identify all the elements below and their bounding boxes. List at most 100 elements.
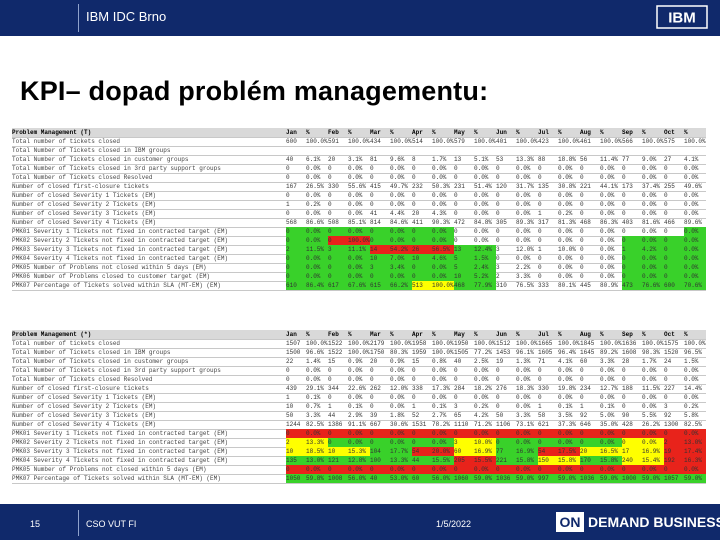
table-cell: 0.0% — [390, 236, 412, 245]
table-header-cell: Jul — [538, 331, 549, 338]
table-header-cell: Jan — [286, 331, 297, 338]
table-cell: 53 — [496, 156, 504, 163]
table-cell: 4.4% — [390, 210, 405, 217]
table-cell: 0.2% — [558, 210, 573, 217]
table-cell: 1505 — [454, 349, 469, 356]
table-cell: 0.0% — [642, 438, 664, 447]
table-header-cell: % — [600, 129, 604, 136]
table-cell: 0 — [286, 429, 306, 438]
table-cell: 1 — [538, 210, 542, 217]
table-cell: 10 — [454, 272, 474, 281]
table-cell: 0 — [538, 174, 542, 181]
table-cell: 0.0% — [684, 210, 699, 217]
table-cell: 14.4% — [684, 385, 703, 392]
table-header-cell: Jun — [496, 129, 507, 136]
table-cell: 0.0% — [600, 237, 615, 244]
table-cell: 0.0% — [306, 192, 321, 199]
table-cell: 4.2% — [474, 412, 489, 419]
table-cell: 0 — [286, 376, 290, 383]
table-cell: 1.5% — [684, 358, 699, 365]
table-cell: 77.9% — [474, 281, 496, 290]
row-label-cell: Total Number of Tickets closed in IBM gr… — [12, 147, 171, 154]
table-cell: 0 — [538, 438, 558, 447]
table-cell: 0.0% — [390, 403, 405, 410]
table-cell: 0 — [328, 210, 332, 217]
table-cell: 0.0% — [348, 438, 370, 447]
table-cell — [454, 146, 474, 155]
row-label-cell: PMK07 Percentage of Tickets solved withi… — [12, 475, 221, 482]
table-cell: 1.4% — [306, 358, 321, 365]
table-cell: 41 — [370, 210, 378, 217]
table-header-cell: Sep — [622, 331, 633, 338]
table-cell: 0 — [538, 165, 542, 172]
table-cell: 56.0% — [348, 474, 370, 483]
table-cell: 56.0% — [432, 474, 454, 483]
table-cell: 0 — [664, 465, 684, 474]
table-cell: 10 — [370, 254, 390, 263]
table-cell: 31.7% — [516, 183, 535, 190]
table-cell: 610 — [286, 281, 306, 290]
table-cell: 4.6% — [432, 254, 454, 263]
table-cell: 20 — [412, 210, 420, 217]
table-cell: 0.0% — [516, 210, 531, 217]
table-header-cell: % — [600, 331, 604, 338]
table-cell: 0 — [412, 394, 416, 401]
table-cell: 20 — [580, 447, 600, 456]
table-cell: 1000 — [622, 474, 642, 483]
table-cell: 3.3% — [306, 412, 321, 419]
table-cell — [558, 146, 580, 155]
row-label-cell: Total Number of Tickets closed Resolved — [12, 174, 153, 181]
table-cell: 10 — [286, 447, 306, 456]
table-cell: 434 — [370, 138, 381, 145]
table-cell: 0 — [622, 367, 626, 374]
table-cell: 0.0% — [348, 394, 363, 401]
table-cell: 77.2% — [474, 349, 493, 356]
table-cell: 100.0% — [306, 340, 328, 347]
table-cell: 646 — [580, 421, 591, 428]
table-cell: 0.0% — [306, 165, 321, 172]
table-cell: 77 — [622, 156, 630, 163]
table-cell: 0 — [622, 236, 642, 245]
table-cell — [412, 146, 432, 155]
table-cell: 0 — [286, 210, 290, 217]
table-cell: 0.0% — [684, 245, 706, 254]
table-cell: 0.0% — [684, 201, 699, 208]
table-cell: 1645 — [580, 349, 595, 356]
table-cell: 0.1% — [432, 403, 447, 410]
table-cell: 2 — [286, 245, 306, 254]
table-cell: 44.1% — [600, 183, 619, 190]
row-label-cell: PMK01 Severity 1 Tickets not fixed in co… — [12, 430, 229, 437]
table-cell: 19 — [664, 447, 684, 456]
table-cell: 0.0% — [516, 255, 531, 262]
table-cell: 0.0% — [390, 165, 405, 172]
table-cell: 615 — [370, 281, 390, 290]
table-cell: 100.0% — [432, 349, 454, 356]
table-cell: 19.8% — [558, 385, 577, 392]
table-cell: 0.0% — [558, 394, 573, 401]
table-cell: 0 — [664, 192, 668, 199]
table-cell: 0.0% — [558, 192, 573, 199]
table-cell: 814 — [370, 219, 381, 226]
table-cell: 71.2% — [474, 421, 493, 428]
table-cell: 0.0% — [474, 165, 489, 172]
table-cell: 188 — [622, 385, 633, 392]
table-cell: 0 — [664, 367, 668, 374]
table-cell: 0.0% — [684, 429, 706, 438]
table-header-cell: Mar — [370, 129, 381, 136]
table-cell: 0.0% — [600, 192, 615, 199]
table-header-cell: % — [684, 331, 688, 338]
table-cell: 11.5% — [306, 245, 328, 254]
table-cell: 0.0% — [390, 174, 405, 181]
table-cell: 56 — [580, 156, 588, 163]
table-cell: 0.0% — [642, 376, 657, 383]
table-cell: 284 — [454, 385, 465, 392]
table-cell: 0.0% — [306, 210, 321, 217]
table-cell — [474, 146, 496, 155]
table-cell: 53.0% — [390, 474, 412, 483]
table-cell: 4.3% — [432, 210, 447, 217]
table-cell: 0.0% — [474, 367, 489, 374]
table-cell: 0.0% — [306, 272, 328, 281]
table-cell: 51.4% — [474, 183, 493, 190]
table-cell: 0.0% — [642, 210, 657, 217]
table-cell: 0 — [496, 201, 500, 208]
